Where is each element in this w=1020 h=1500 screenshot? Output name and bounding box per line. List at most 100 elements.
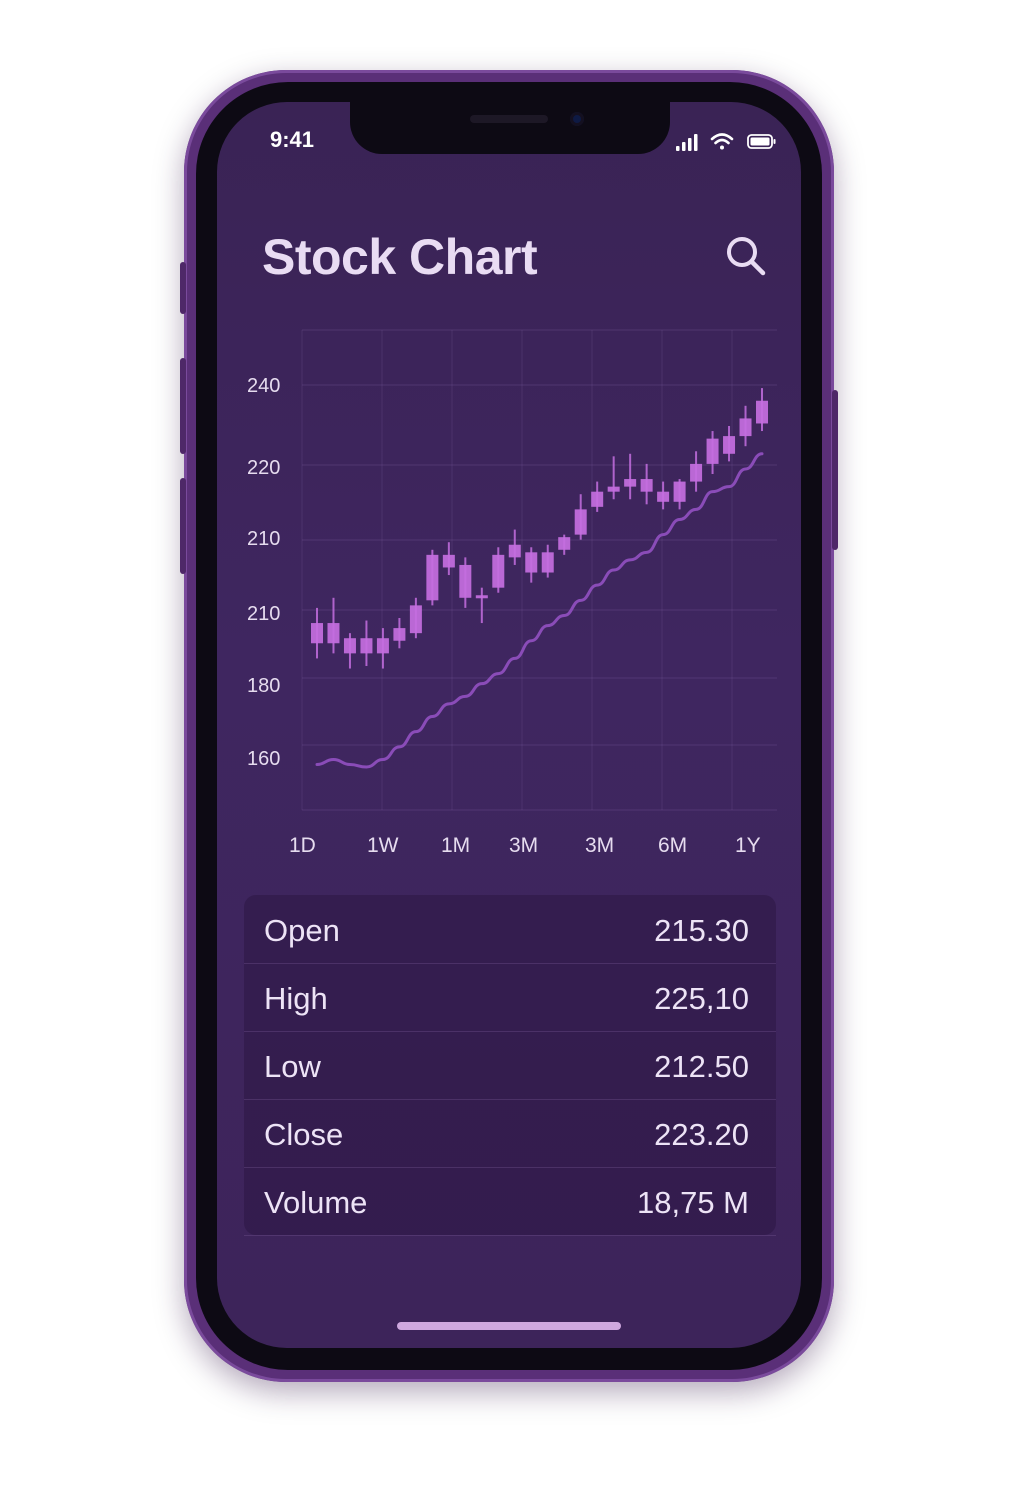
signal-icon: [676, 134, 698, 151]
stat-label: High: [264, 981, 328, 1016]
candle: [723, 426, 736, 462]
stat-value: 223.20: [654, 1117, 749, 1152]
stat-row-high: High 225,10: [244, 963, 776, 1032]
search-icon[interactable]: [724, 234, 768, 278]
y-tick-label: 180: [247, 675, 280, 697]
candle-body: [541, 552, 554, 573]
candle: [525, 547, 538, 583]
home-indicator[interactable]: [397, 1322, 621, 1330]
status-icons: [676, 133, 776, 151]
candle-body: [311, 623, 323, 644]
status-time: 9:41: [270, 127, 315, 152]
stat-value: 215.30: [654, 913, 749, 948]
candle: [508, 529, 521, 565]
candle-body: [426, 554, 439, 601]
candle-body: [475, 595, 488, 599]
page-title: Stock Chart: [262, 229, 538, 285]
candle-body: [756, 400, 768, 424]
candle-body: [657, 491, 670, 502]
candle: [311, 607, 323, 659]
candle: [706, 431, 719, 474]
candle-body: [640, 479, 653, 492]
front-camera: [570, 112, 584, 126]
range-tab-3m[interactable]: 3M: [509, 834, 538, 858]
power-button: [832, 390, 838, 550]
y-tick-label: 210: [247, 528, 280, 550]
candle-body: [508, 544, 521, 558]
candle-body: [723, 436, 736, 454]
y-axis-ticks: 240 220 210 210 180 160: [247, 375, 280, 770]
earpiece-speaker: [470, 115, 548, 123]
y-tick-label: 210: [247, 603, 280, 625]
candle-body: [591, 491, 604, 507]
candle-body: [442, 554, 455, 568]
candle: [475, 587, 488, 624]
candle: [343, 633, 356, 669]
candles: [311, 388, 768, 669]
range-tab-3m-alt[interactable]: 3M: [585, 834, 614, 858]
chart-grid: [301, 329, 777, 811]
candle: [673, 479, 686, 510]
stat-value: 18,75 M: [636, 1185, 749, 1220]
candle-body: [525, 552, 538, 573]
candle-body: [574, 509, 587, 535]
range-tab-1w[interactable]: 1W: [367, 834, 399, 858]
candle: [607, 456, 620, 500]
candle: [558, 534, 571, 555]
candle: [409, 597, 422, 639]
stat-row-volume: Volume 18,75 M: [244, 1167, 776, 1236]
candle-body: [393, 628, 406, 641]
y-tick-label: 160: [247, 748, 280, 770]
candle: [624, 453, 637, 500]
y-tick-label: 220: [247, 457, 280, 479]
notch: [350, 102, 670, 154]
y-tick-label: 240: [247, 375, 280, 397]
range-tab-1d[interactable]: 1D: [289, 834, 316, 858]
candle: [657, 481, 670, 510]
candle: [690, 451, 703, 492]
stat-row-close: Close 223.20: [244, 1099, 776, 1168]
stat-row-low: Low 212.50: [244, 1031, 776, 1100]
candle: [739, 405, 752, 447]
candle-body: [706, 438, 719, 464]
candle: [327, 597, 340, 654]
candle: [442, 542, 455, 576]
candle-body: [459, 564, 472, 598]
stat-label: Close: [264, 1117, 344, 1152]
stat-value: 225,10: [654, 981, 749, 1016]
range-tab-1y[interactable]: 1Y: [735, 834, 761, 858]
candle: [360, 620, 373, 666]
candle: [591, 481, 604, 512]
volume-down-button: [180, 478, 186, 574]
stat-label: Open: [264, 913, 340, 948]
mute-switch: [180, 262, 186, 314]
volume-up-button: [180, 358, 186, 454]
range-tab-6m[interactable]: 6M: [658, 834, 687, 858]
stat-row-open: Open 215.30: [244, 895, 776, 964]
candle-body: [607, 486, 620, 492]
candle: [393, 618, 406, 649]
stat-value: 212.50: [654, 1049, 749, 1084]
stat-label: Low: [264, 1049, 321, 1084]
stats-panel: Open 215.30 High 225,10 Low 212.50 Close…: [244, 895, 776, 1236]
candle: [756, 388, 768, 432]
candle-body: [376, 638, 389, 654]
candle-body: [492, 554, 505, 588]
candle-body: [558, 537, 571, 550]
candle-body: [673, 481, 686, 502]
candle-body: [327, 623, 340, 644]
candle-body: [409, 605, 422, 634]
candle: [426, 549, 439, 606]
candle-body: [624, 479, 637, 487]
candle: [376, 628, 389, 669]
candle-body: [343, 638, 356, 654]
candle: [492, 547, 505, 593]
candle-body: [360, 638, 373, 654]
stat-label: Volume: [264, 1185, 368, 1220]
range-tab-1m[interactable]: 1M: [441, 834, 470, 858]
candle: [459, 557, 472, 608]
candle: [541, 544, 554, 578]
candlestick-chart: 240 220 210 210 180 160: [247, 329, 777, 811]
candle: [640, 463, 653, 505]
candle: [574, 494, 587, 540]
